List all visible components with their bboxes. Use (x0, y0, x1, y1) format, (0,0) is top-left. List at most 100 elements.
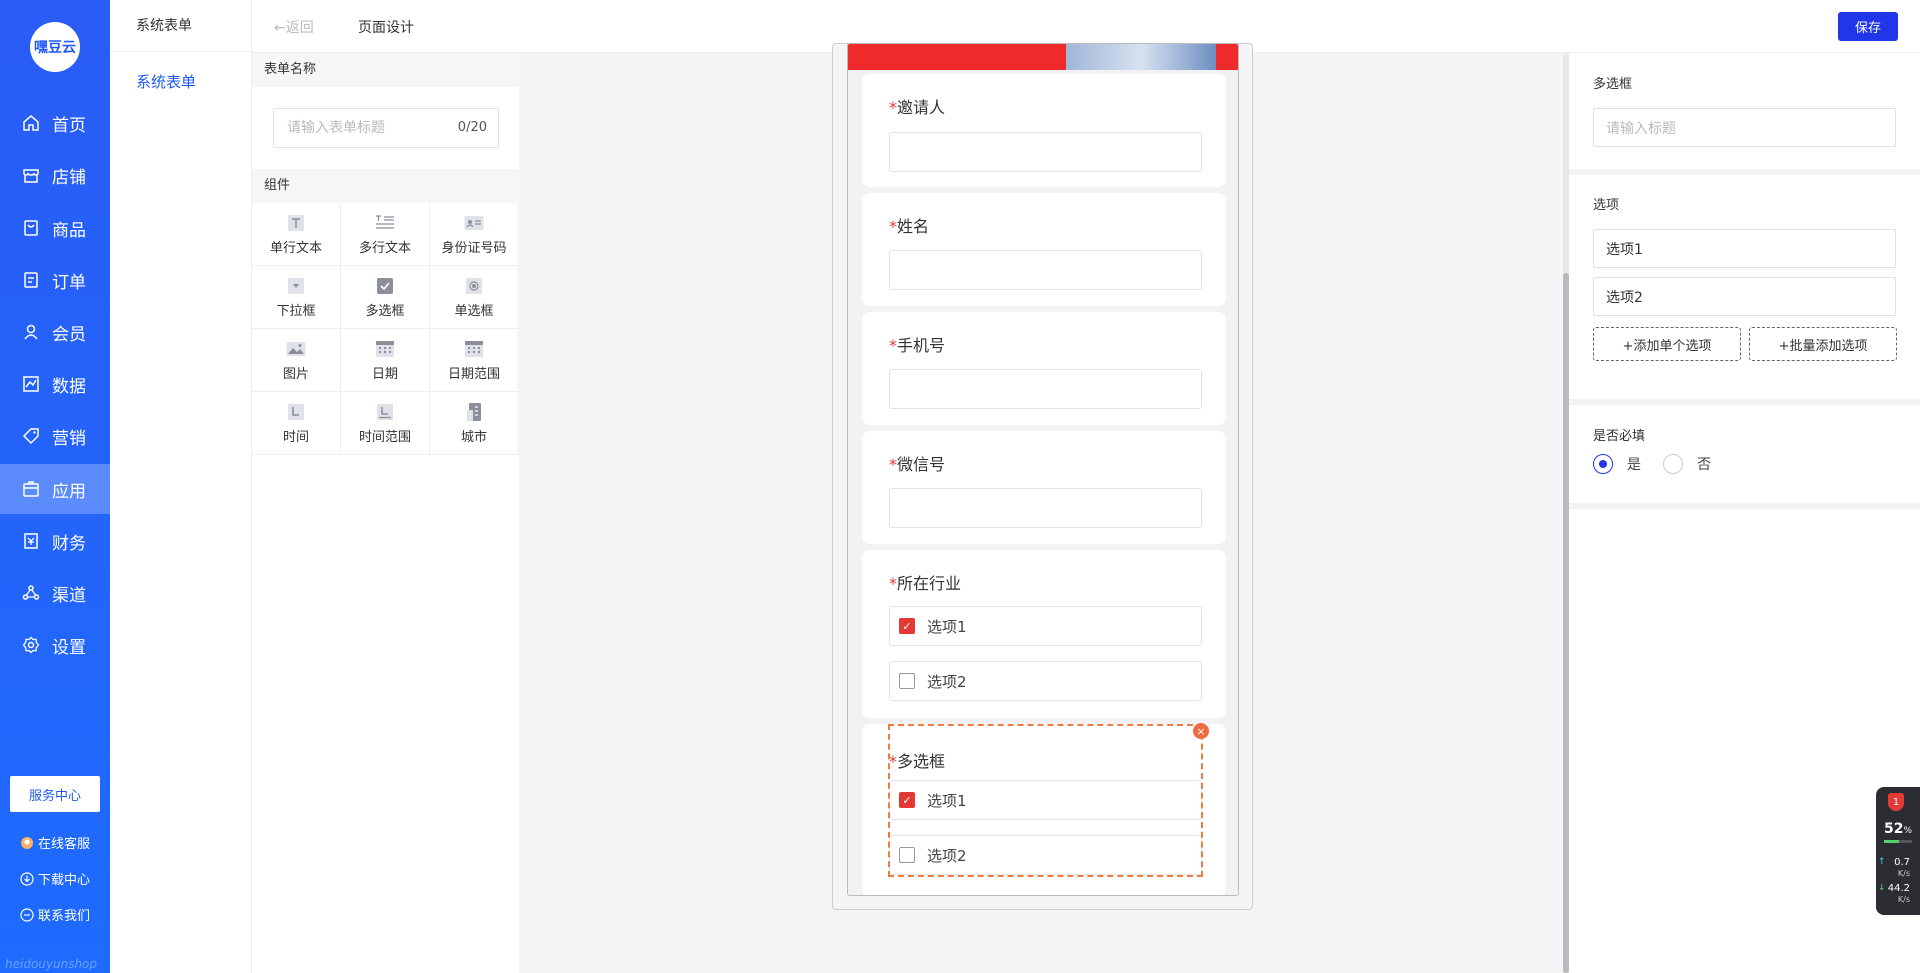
nav-marketing[interactable]: 营销 (0, 411, 110, 461)
radio-label: 是 (1627, 457, 1641, 473)
component-date[interactable]: 日期 (341, 329, 430, 392)
banner-photo (1066, 44, 1216, 70)
component-label: 单选框 (454, 303, 494, 319)
component-city[interactable]: 城市 (430, 392, 519, 455)
online-service-link[interactable]: 在线客服 (20, 833, 90, 852)
nav-finance-label: 财务 (52, 533, 86, 554)
component-multi-line-text[interactable]: 多行文本 (341, 203, 430, 266)
form-title-field[interactable]: 0/20 (273, 108, 499, 148)
component-time[interactable]: 时间 (252, 392, 341, 455)
checkbox-option[interactable]: ✓ 选项1 (889, 606, 1202, 646)
field-label: *微信号 (889, 455, 946, 474)
component-label: 时间 (282, 429, 309, 445)
nav-app-label: 应用 (52, 481, 86, 502)
finance-icon (20, 530, 42, 552)
prop-option-input[interactable]: 选项2 (1593, 277, 1896, 316)
download-icon (20, 871, 34, 886)
cpu-usage-bar (1884, 840, 1912, 843)
component-dropdown[interactable]: 下拉框 (252, 266, 341, 329)
form-field-wechat[interactable]: *微信号 (862, 431, 1226, 544)
home-icon (20, 112, 42, 134)
component-id-card[interactable]: 身份证号码 (430, 203, 519, 266)
shield-icon: 1 (1888, 793, 1904, 811)
radio-label: 否 (1697, 457, 1711, 473)
nav-settings-label: 设置 (52, 637, 86, 658)
avatar-icon (20, 836, 34, 850)
field-input[interactable] (889, 250, 1202, 290)
component-time-range[interactable]: 时间范围 (341, 392, 430, 455)
field-input[interactable] (889, 132, 1202, 172)
component-image[interactable]: 图片 (252, 329, 341, 392)
back-link[interactable]: ←返回 (274, 17, 314, 37)
form-field-multiselect[interactable]: *多选框 ✓ 选项1 选项2 × (862, 723, 1226, 895)
sub-sidebar: 系统表单 系统表单 (110, 0, 252, 973)
add-batch-options-button[interactable]: +批量添加选项 (1749, 327, 1897, 361)
radio-icon (464, 276, 484, 296)
goods-icon (20, 217, 42, 239)
nav-goods[interactable]: 商品 (0, 203, 110, 253)
nav-channel-label: 渠道 (52, 585, 86, 606)
nav-home[interactable]: 首页 (0, 98, 110, 148)
component-date-range[interactable]: 日期范围 (430, 329, 519, 392)
network-monitor-widget[interactable]: 1 52% ↑ 0.7 K/s ↓ 44.2 K/s (1876, 787, 1920, 915)
chat-icon (20, 907, 34, 922)
service-center-button[interactable]: 服务中心 (10, 776, 100, 812)
back-label: 返回 (285, 20, 314, 36)
gear-icon (20, 634, 42, 656)
field-input[interactable] (889, 488, 1202, 528)
prop-title-input[interactable]: 请输入标题 (1593, 108, 1896, 147)
page-title: 页面设计 (358, 20, 414, 36)
arrow-up-icon: ↑ (1878, 857, 1886, 867)
form-banner-image[interactable] (848, 44, 1238, 70)
checkbox-unchecked-icon[interactable] (899, 673, 915, 689)
components-panel: 表单名称 0/20 组件 单行文本 多行文本 身份证号码 下拉框 多选框 单选框 (252, 53, 519, 973)
form-field-inviter[interactable]: *邀请人 (862, 74, 1226, 187)
city-icon (464, 402, 484, 422)
multi-line-text-icon (375, 213, 395, 233)
form-field-name[interactable]: *姓名 (862, 193, 1226, 306)
prop-required-label: 是否必填 (1593, 429, 1646, 444)
checkbox-option[interactable]: 选项2 (889, 661, 1202, 701)
nav-order[interactable]: 订单 (0, 255, 110, 305)
arrow-left-icon: ← (274, 20, 286, 36)
component-single-line-text[interactable]: 单行文本 (252, 203, 341, 266)
component-radio[interactable]: 单选框 (430, 266, 519, 329)
delete-field-icon[interactable]: × (1193, 723, 1209, 739)
add-single-option-button[interactable]: +添加单个选项 (1593, 327, 1741, 361)
component-checkbox[interactable]: 多选框 (341, 266, 430, 329)
time-icon (286, 402, 306, 422)
logo[interactable]: 嘿豆云 (30, 22, 80, 72)
form-field-industry[interactable]: *所在行业 ✓ 选项1 选项2 (862, 550, 1226, 718)
order-icon (20, 269, 42, 291)
footer-brand: heidouyunshop (5, 957, 98, 971)
save-button[interactable]: 保存 (1838, 12, 1898, 41)
field-input[interactable] (889, 369, 1202, 409)
nav-member[interactable]: 会员 (0, 307, 110, 357)
nav-channel[interactable]: 渠道 (0, 568, 110, 618)
download-center-label: 下载中心 (38, 873, 91, 888)
components-section-title: 组件 (252, 169, 519, 203)
required-yes-radio[interactable]: 是 (1593, 454, 1641, 474)
contact-us-link[interactable]: 联系我们 (20, 905, 90, 924)
nav-app[interactable]: 应用 (0, 464, 110, 514)
form-field-phone[interactable]: *手机号 (862, 312, 1226, 425)
component-label: 多选框 (365, 303, 405, 319)
download-center-link[interactable]: 下载中心 (20, 869, 90, 888)
checkbox-checked-icon[interactable]: ✓ (899, 618, 915, 634)
nav-settings[interactable]: 设置 (0, 620, 110, 670)
component-label: 身份证号码 (441, 240, 507, 256)
nav-member-label: 会员 (52, 324, 86, 345)
single-line-text-icon (286, 213, 306, 233)
subnav-item-system-form[interactable]: 系统表单 (110, 62, 251, 102)
image-icon (286, 339, 306, 359)
field-label: *邀请人 (889, 98, 946, 117)
nav-data[interactable]: 数据 (0, 359, 110, 409)
calendar-icon (375, 339, 395, 359)
nav-finance[interactable]: 财务 (0, 516, 110, 566)
required-no-radio[interactable]: 否 (1663, 454, 1711, 474)
design-canvas: *邀请人 *姓名 *手机号 *微信号 *所在行业 ✓ 选项1 选项2 *多选框 … (519, 43, 1563, 973)
option-label: 选项1 (927, 617, 967, 636)
subnav-title: 系统表单 (110, 0, 251, 52)
nav-store[interactable]: 店铺 (0, 150, 110, 200)
prop-option-input[interactable]: 选项1 (1593, 229, 1896, 268)
